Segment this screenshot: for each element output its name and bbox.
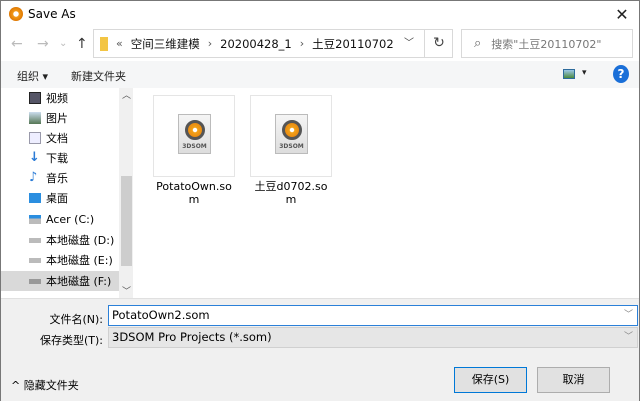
new-folder-button[interactable]: 新建文件夹 (71, 68, 126, 84)
file-list: 3DSOM PotatoOwn.som 3DSOM 土豆d0702.som (133, 88, 639, 298)
forward-button[interactable]: → (37, 33, 49, 55)
sidebar-item-label: 视频 (46, 92, 68, 105)
filetype-value: 3DSOM Pro Projects (*.som) (112, 330, 272, 344)
breadcrumb-overflow[interactable]: « (116, 37, 123, 50)
sidebar-item-label: 本地磁盘 (E:) (46, 254, 113, 267)
3dsom-file-icon: 3DSOM (275, 114, 308, 154)
toolbar: 组织 ▾ 新建文件夹 ▾ ? (1, 61, 639, 88)
navigation-pane: 视频 图片 文档 ↓ 下载 ♪ 音乐 桌面 Acer (C:) 本地磁盘 (D:) … (1, 88, 119, 298)
pictures-icon (29, 112, 41, 124)
scroll-down-icon[interactable]: ﹀ (122, 284, 131, 297)
scrollbar-thumb[interactable] (121, 176, 132, 266)
app-icon (9, 7, 23, 21)
chevron-right-icon: › (207, 37, 213, 50)
sidebar-item-label: 本地磁盘 (D:) (46, 234, 115, 247)
drive-icon (29, 257, 41, 263)
sidebar-item-music[interactable]: ♪ 音乐 (1, 168, 119, 188)
scroll-up-icon[interactable]: ︿ (122, 88, 131, 101)
search-placeholder: 搜索"土豆20110702" (491, 37, 602, 51)
breadcrumb-item[interactable]: 土豆20110702 (312, 36, 394, 52)
refresh-button[interactable]: ↻ (424, 30, 453, 57)
sidebar-item-drive-c[interactable]: Acer (C:) (1, 209, 119, 229)
sidebar-item-downloads[interactable]: ↓ 下载 (1, 148, 119, 168)
sidebar-item-pictures[interactable]: 图片 (1, 108, 119, 128)
sidebar-item-drive-f[interactable]: 本地磁盘 (F:) (1, 271, 119, 291)
file-item[interactable]: 3DSOM 土豆d0702.som (250, 95, 332, 206)
video-icon (29, 92, 41, 104)
sidebar-item-label: 音乐 (46, 172, 68, 185)
window-title: Save As (28, 7, 76, 21)
filename-label: 文件名(N): (49, 313, 103, 326)
sidebar-item-label: 下载 (46, 152, 68, 165)
filename-value: PotatoOwn2.som (112, 308, 210, 322)
save-as-dialog: Save As ✕ ← → ⌄ ↑ « 空间三维建模 › 20200428_1 … (0, 0, 640, 401)
breadcrumb-item[interactable]: 20200428_1 (220, 37, 292, 51)
sidebar-item-label: 图片 (46, 112, 68, 125)
file-name: PotatoOwn.som (156, 180, 232, 206)
sidebar-item-desktop[interactable]: 桌面 (1, 188, 119, 208)
file-name: 土豆d0702.som (254, 180, 328, 206)
download-icon: ↓ (29, 150, 40, 165)
drive-icon (29, 278, 41, 284)
address-bar[interactable]: « 空间三维建模 › 20200428_1 › 土豆20110702 ﹀ ↻ (93, 29, 453, 58)
documents-icon (29, 132, 41, 144)
sidebar-item-drive-e[interactable]: 本地磁盘 (E:) (1, 250, 119, 270)
drive-icon (29, 237, 41, 243)
view-icon[interactable] (563, 69, 575, 79)
chevron-down-icon[interactable]: ﹀ (624, 306, 633, 325)
search-input[interactable]: ⌕ 搜索"土豆20110702" (461, 29, 633, 58)
filetype-label: 保存类型(T): (39, 334, 103, 347)
sidebar-item-videos[interactable]: 视频 (1, 88, 119, 108)
hide-folders-label: 隐藏文件夹 (23, 379, 79, 392)
sidebar-item-label: 桌面 (46, 192, 68, 205)
chevron-down-icon[interactable]: ﹀ (394, 30, 424, 57)
save-button[interactable]: 保存(S) (454, 367, 527, 393)
help-button[interactable]: ? (613, 65, 629, 83)
breadcrumb-item[interactable]: 空间三维建模 (131, 36, 200, 52)
sidebar-item-label: 本地磁盘 (F:) (46, 275, 112, 288)
file-badge: 3DSOM (279, 143, 304, 150)
sidebar-item-label: 文档 (46, 132, 68, 145)
desktop-icon (29, 193, 41, 203)
search-icon: ⌕ (474, 36, 482, 51)
folder-icon (100, 36, 108, 51)
back-button[interactable]: ← (11, 33, 23, 55)
sidebar-item-drive-d[interactable]: 本地磁盘 (D:) (1, 230, 119, 250)
chevron-down-icon: ﹀ (623, 332, 633, 342)
music-icon: ♪ (29, 170, 38, 185)
chevron-up-icon: ^ (11, 379, 24, 392)
sidebar-item-label: Acer (C:) (46, 212, 95, 226)
sidebar-item-documents[interactable]: 文档 (1, 128, 119, 148)
view-dropdown[interactable]: ▾ (582, 68, 587, 78)
filename-input[interactable]: PotatoOwn2.som ﹀ (108, 305, 638, 326)
hide-folders-toggle[interactable]: ^ 隐藏文件夹 (11, 377, 79, 393)
file-item[interactable]: 3DSOM PotatoOwn.som (153, 95, 235, 206)
file-badge: 3DSOM (182, 143, 207, 150)
close-button[interactable]: ✕ (609, 3, 635, 27)
drive-icon (29, 214, 41, 224)
organize-button[interactable]: 组织 ▾ (17, 68, 48, 84)
cancel-button[interactable]: 取消 (537, 367, 610, 393)
3dsom-file-icon: 3DSOM (178, 114, 211, 154)
chevron-right-icon: › (299, 37, 305, 50)
up-button[interactable]: ↑ (76, 33, 88, 55)
filetype-select[interactable]: 3DSOM Pro Projects (*.som) ﹀ (108, 327, 638, 348)
recent-locations-button[interactable]: ⌄ (59, 33, 67, 55)
title-bar: Save As ✕ (1, 1, 639, 29)
